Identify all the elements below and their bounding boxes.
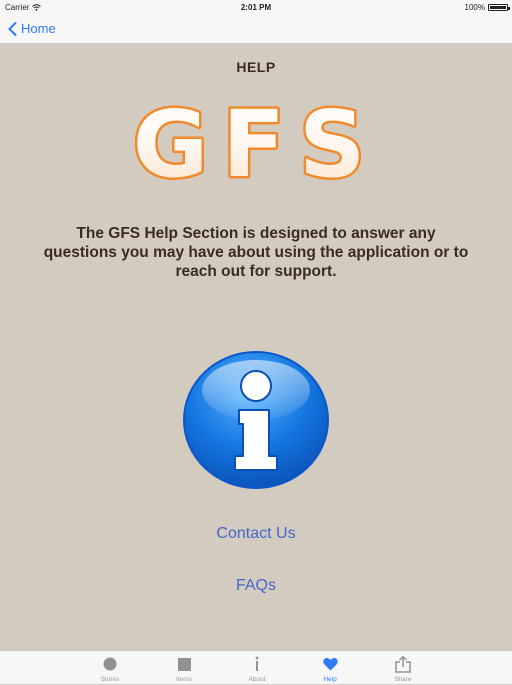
tab-items[interactable]: Items	[156, 651, 212, 685]
chevron-left-icon	[8, 21, 17, 36]
gfs-logo-text: GFS	[133, 94, 380, 188]
circle-icon	[103, 657, 117, 671]
home-back-button[interactable]: Home	[8, 21, 56, 36]
tab-label: Stores	[100, 676, 120, 683]
tab-bar: Stores Items About Help Share	[0, 650, 512, 684]
battery-icon	[488, 4, 510, 11]
share-icon	[395, 655, 411, 673]
tab-help[interactable]: Help	[302, 651, 358, 685]
page-title: HELP	[236, 59, 276, 75]
tab-label: Help	[323, 676, 337, 683]
info-icon	[183, 351, 329, 489]
tab-label: About	[248, 676, 266, 683]
square-icon	[177, 657, 191, 671]
status-bar: Carrier 2:01 PM 100%	[0, 0, 512, 16]
battery-indicator: 100%	[464, 3, 510, 12]
gfs-logo: GFS	[130, 94, 380, 188]
back-button-label: Home	[21, 21, 56, 36]
tab-share[interactable]: Share	[375, 651, 431, 685]
help-description: The GFS Help Section is designed to answ…	[43, 225, 469, 280]
heart-icon	[322, 657, 338, 671]
status-time: 2:01 PM	[240, 3, 272, 12]
tab-about[interactable]: About	[229, 651, 285, 685]
info-tab-icon	[255, 656, 259, 671]
tab-label: Share	[394, 676, 412, 683]
faqs-link[interactable]: FAQs	[0, 577, 512, 595]
navigation-bar: Home	[0, 16, 512, 44]
contact-us-link[interactable]: Contact Us	[0, 525, 512, 543]
tab-stores[interactable]: Stores	[82, 651, 138, 685]
tab-label: Items	[176, 676, 192, 683]
battery-percent: 100%	[464, 3, 485, 12]
